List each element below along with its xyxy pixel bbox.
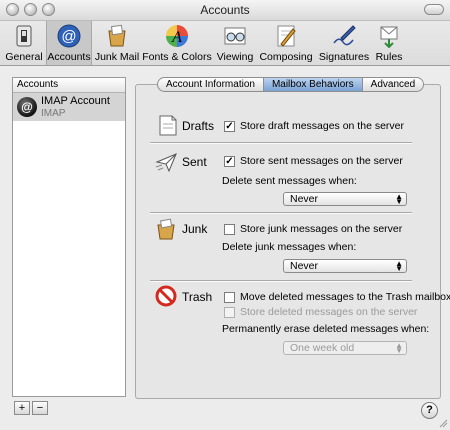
toolbar-accounts[interactable]: @ Accounts: [46, 21, 92, 65]
svg-text:A: A: [171, 29, 182, 46]
drafts-section-title: Drafts: [182, 119, 215, 133]
preferences-toolbar: General @ Accounts Junk Mail A Fonts & C…: [0, 21, 450, 66]
title-bar[interactable]: Accounts: [0, 0, 450, 21]
select-arrows-icon: ▲ ▼: [395, 192, 403, 206]
delete-sent-select[interactable]: Never ▲ ▼: [283, 192, 407, 206]
rules-icon: [380, 26, 398, 48]
drafts-document-icon: [159, 115, 177, 136]
toolbar-label: Fonts & Colors: [142, 51, 212, 63]
resize-grip-icon[interactable]: [438, 418, 448, 428]
store-deleted-checkbox[interactable]: [224, 307, 235, 318]
delete-sent-value: Never: [290, 193, 319, 205]
toolbar-viewing[interactable]: Viewing: [214, 21, 256, 65]
delete-junk-value: Never: [290, 260, 319, 272]
toolbar-rules[interactable]: Rules: [374, 21, 404, 65]
toolbar-label: Rules: [375, 51, 403, 63]
erase-deleted-value: One week old: [290, 342, 355, 354]
move-to-trash-label: Move deleted messages to the Trash mailb…: [240, 291, 450, 303]
tab-mailbox-behaviors[interactable]: Mailbox Behaviors: [262, 77, 363, 92]
toolbar-composing[interactable]: Composing: [258, 21, 314, 65]
tab-advanced[interactable]: Advanced: [361, 77, 425, 92]
store-deleted-label: Store deleted messages on the server: [240, 306, 418, 318]
toolbar-label: Viewing: [216, 51, 254, 63]
delete-sent-label: Delete sent messages when:: [222, 175, 357, 187]
toolbar-general[interactable]: General: [4, 21, 44, 65]
toolbar-label: General: [5, 51, 43, 63]
add-account-button[interactable]: +: [14, 401, 30, 415]
accounts-list: Accounts @ IMAP Account IMAP: [12, 77, 126, 397]
delete-junk-label: Delete junk messages when:: [222, 241, 357, 253]
accounts-list-header: Accounts: [13, 78, 125, 93]
signatures-pen-icon: [333, 25, 356, 46]
window-title: Accounts: [200, 3, 250, 17]
store-sent-checkbox[interactable]: ✓: [224, 156, 235, 167]
toolbar-label: Signatures: [318, 51, 370, 63]
tab-account-information[interactable]: Account Information: [157, 77, 264, 92]
toolbar-label: Accounts: [47, 51, 91, 63]
at-sign-icon: @: [57, 24, 81, 48]
section-divider: [150, 280, 412, 282]
account-tabs: Account Information Mailbox Behaviors Ad…: [157, 77, 425, 92]
help-button[interactable]: ?: [421, 402, 438, 419]
erase-deleted-select[interactable]: One week old ▲ ▼: [283, 341, 407, 355]
trash-no-entry-icon: [155, 285, 177, 307]
toolbar-label: Composing: [259, 51, 313, 63]
account-row-imap[interactable]: @ IMAP Account IMAP: [13, 93, 125, 121]
account-name: IMAP Account: [41, 95, 110, 107]
composing-pencil-icon: [277, 25, 296, 47]
select-arrows-icon: ▲ ▼: [395, 341, 403, 355]
general-switch-icon: [16, 25, 32, 47]
viewing-glasses-icon: [224, 27, 246, 45]
section-divider: [150, 142, 412, 144]
toolbar-toggle-button[interactable]: [424, 4, 444, 15]
store-sent-label: Store sent messages on the server: [240, 155, 403, 167]
section-divider: [150, 212, 412, 214]
erase-deleted-label: Permanently erase deleted messages when:: [222, 323, 430, 335]
toolbar-junk-mail[interactable]: Junk Mail: [94, 21, 140, 65]
toolbar-signatures[interactable]: Signatures: [316, 21, 372, 65]
svg-text:@: @: [61, 28, 76, 45]
store-drafts-checkbox[interactable]: ✓: [224, 121, 235, 132]
toolbar-label: Junk Mail: [94, 51, 140, 63]
account-type: IMAP: [41, 108, 66, 119]
sent-section-title: Sent: [182, 155, 207, 169]
sent-paper-plane-icon: [155, 153, 177, 173]
move-to-trash-checkbox[interactable]: [224, 292, 235, 303]
delete-junk-select[interactable]: Never ▲ ▼: [283, 259, 407, 273]
select-arrows-icon: ▲ ▼: [395, 259, 403, 273]
account-at-icon: @: [17, 97, 37, 117]
store-junk-checkbox[interactable]: [224, 224, 235, 235]
junk-bag-icon: [157, 218, 175, 240]
junk-section-title: Junk: [182, 222, 208, 236]
remove-account-button[interactable]: −: [32, 401, 48, 415]
fonts-colors-icon: A: [166, 25, 188, 47]
junk-mail-icon: [108, 24, 126, 47]
store-junk-label: Store junk messages on the server: [240, 223, 403, 235]
toolbar-fonts-colors[interactable]: A Fonts & Colors: [142, 21, 212, 65]
trash-section-title: Trash: [182, 290, 213, 304]
store-drafts-label: Store draft messages on the server: [240, 120, 404, 132]
accounts-preferences-window: Accounts General @ Accounts Junk Mail A …: [0, 0, 450, 430]
